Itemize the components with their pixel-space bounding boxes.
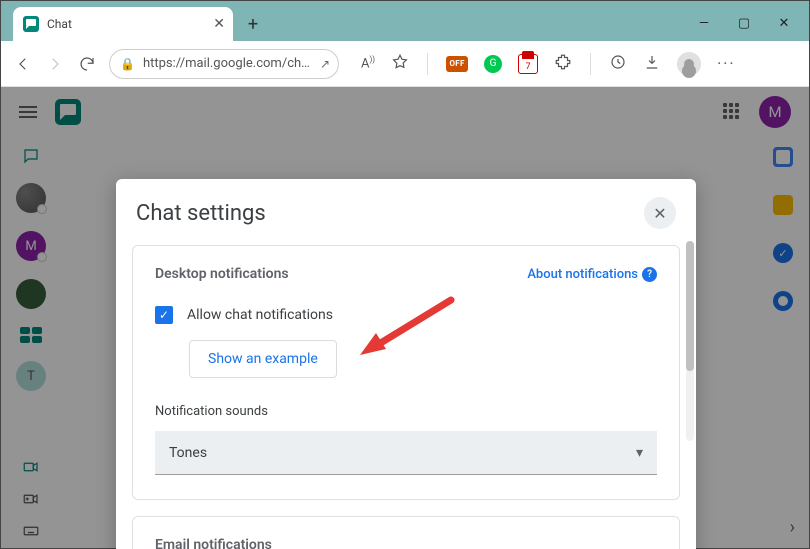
- about-notifications-label: About notifications: [527, 267, 638, 282]
- separator: [427, 53, 428, 75]
- notification-sounds-value: Tones: [169, 445, 207, 461]
- allow-notifications-checkbox[interactable]: ✓: [155, 306, 173, 324]
- tab-close-icon[interactable]: ✕: [213, 16, 225, 32]
- section-title: Email notifications: [155, 537, 657, 549]
- modal-body: Desktop notifications About notification…: [116, 239, 696, 549]
- history-icon[interactable]: [609, 53, 627, 75]
- window-maximize-button[interactable]: ▢: [737, 16, 751, 31]
- browser-titlebar: Chat ✕ + — ▢ ✕: [1, 1, 809, 41]
- browser-tab[interactable]: Chat ✕: [13, 7, 233, 41]
- extension-off-badge[interactable]: OFF: [446, 56, 468, 72]
- window-close-button[interactable]: ✕: [777, 16, 791, 31]
- extensions-icon[interactable]: [554, 53, 572, 75]
- chat-favicon-icon: [23, 16, 39, 32]
- window-controls: — ▢ ✕: [697, 16, 809, 41]
- about-notifications-link[interactable]: About notifications ?: [527, 267, 657, 282]
- back-button[interactable]: [13, 54, 33, 74]
- allow-notifications-row: ✓ Allow chat notifications: [155, 306, 657, 324]
- new-tab-button[interactable]: +: [239, 10, 267, 38]
- help-icon: ?: [642, 267, 657, 282]
- show-example-button[interactable]: Show an example: [189, 340, 337, 378]
- browser-window: Chat ✕ + — ▢ ✕ 🔒 https://mail.google.com…: [0, 0, 810, 549]
- lock-icon: 🔒: [120, 57, 135, 71]
- desktop-notifications-section: Desktop notifications About notification…: [132, 245, 680, 500]
- url-text: https://mail.google.com/ch…: [143, 56, 310, 71]
- chevron-down-icon: ▾: [636, 445, 643, 461]
- notification-sounds-label: Notification sounds: [155, 404, 657, 419]
- modal-close-button[interactable]: ✕: [644, 197, 676, 229]
- email-notifications-section: Email notifications Receive an email if …: [132, 516, 680, 549]
- section-title: Desktop notifications: [155, 266, 289, 282]
- notification-sounds-select[interactable]: Tones ▾: [155, 431, 657, 475]
- allow-notifications-label: Allow chat notifications: [187, 307, 333, 323]
- browser-profile-icon[interactable]: [677, 52, 701, 76]
- grammarly-icon[interactable]: G: [484, 55, 502, 73]
- open-external-icon[interactable]: ↗: [320, 57, 330, 71]
- forward-button: [45, 54, 65, 74]
- window-minimize-button[interactable]: —: [697, 16, 711, 31]
- favorites-icon[interactable]: [391, 53, 409, 75]
- extension-shield-icon[interactable]: 7: [518, 54, 538, 74]
- downloads-icon[interactable]: [643, 53, 661, 75]
- refresh-button[interactable]: [77, 54, 97, 74]
- modal-header: Chat settings ✕: [116, 179, 696, 239]
- separator: [590, 53, 591, 75]
- address-bar[interactable]: 🔒 https://mail.google.com/ch… ↗: [109, 49, 339, 79]
- more-icon[interactable]: ···: [717, 54, 736, 73]
- chat-settings-modal: Chat settings ✕ Desktop notifications Ab…: [116, 179, 696, 549]
- chat-app: M M T › Chat settings ✕: [1, 87, 809, 548]
- tab-title: Chat: [47, 17, 72, 31]
- scrollbar-thumb[interactable]: [686, 241, 694, 371]
- modal-title: Chat settings: [136, 201, 266, 226]
- read-aloud-icon[interactable]: A)): [361, 55, 375, 71]
- browser-toolbar: 🔒 https://mail.google.com/ch… ↗ A)) OFF …: [1, 41, 809, 87]
